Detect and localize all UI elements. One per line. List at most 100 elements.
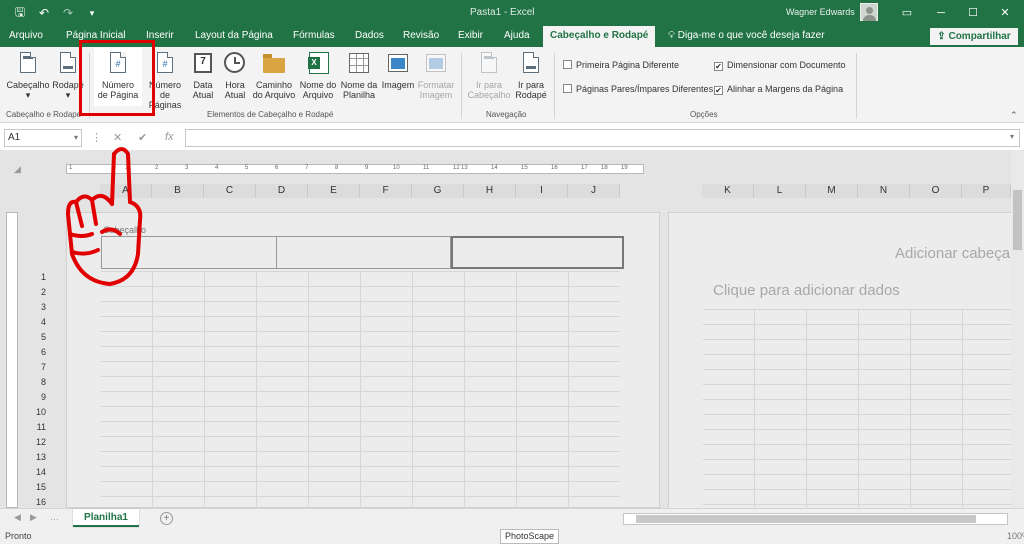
column-header-h[interactable]: H [464, 184, 516, 198]
tab-dados[interactable]: Dados [355, 30, 384, 41]
column-header-l[interactable]: L [754, 184, 806, 198]
row-header-11[interactable]: 11 [28, 420, 46, 434]
align-with-margins-checkbox[interactable]: ✔ Alinhar a Margens da Página [714, 84, 843, 95]
row-header-3[interactable]: 3 [28, 300, 46, 314]
scale-with-document-checkbox[interactable]: ✔ Dimensionar com Documento [714, 60, 846, 71]
horizontal-scrollbar[interactable] [623, 513, 1008, 525]
go-to-footer-button[interactable]: Ir para Rodapé [513, 51, 549, 100]
photoscape-label: PhotoScape [500, 529, 560, 544]
row-header-7[interactable]: 7 [28, 360, 46, 374]
row-header-4[interactable]: 4 [28, 315, 46, 329]
undo-icon[interactable]: ↶ [32, 6, 56, 20]
file-name-button[interactable]: X Nome do Arquivo [298, 51, 338, 100]
title-bar: 🖫 ↶ ↷ ▾ Pasta1 - Excel Wagner Edwards ▭ … [0, 0, 1024, 26]
row-header-2[interactable]: 2 [28, 285, 46, 299]
column-header-g[interactable]: G [412, 184, 464, 198]
customize-quick-access-icon[interactable]: ▾ [80, 8, 104, 19]
row-header-8[interactable]: 8 [28, 375, 46, 389]
row-header-13[interactable]: 13 [28, 450, 46, 464]
select-all-corner[interactable]: ◢ [14, 164, 21, 175]
calendar-icon: 7 [191, 51, 215, 77]
column-header-j[interactable]: J [568, 184, 620, 198]
current-date-button[interactable]: 7 Data Atual [188, 51, 218, 100]
add-header-placeholder[interactable]: Adicionar cabeçalho [895, 245, 1024, 262]
page-1: Cabeçalho [66, 212, 660, 508]
format-picture-button: Formatar Imagem [416, 51, 456, 100]
zoom-level[interactable]: 100% [1007, 531, 1024, 541]
minimize-button[interactable]: ─ [924, 0, 958, 26]
avatar[interactable] [860, 3, 878, 21]
tab-exibir[interactable]: Exibir [458, 30, 483, 41]
more-sheets-icon[interactable]: … [50, 512, 59, 522]
current-time-button[interactable]: Hora Atual [220, 51, 250, 100]
row-header-10[interactable]: 10 [28, 405, 46, 419]
next-sheet-icon[interactable]: ▶ [30, 512, 37, 523]
different-odd-even-checkbox[interactable]: Páginas Pares/Ímpares Diferentes [563, 84, 713, 94]
tab-arquivo[interactable]: Arquivo [9, 30, 43, 41]
cell-grid-page-2[interactable] [703, 309, 1024, 508]
close-button[interactable]: ✕ [988, 0, 1022, 26]
tell-me-search[interactable]: 💡︎ Diga-me o que você deseja fazer [668, 30, 825, 41]
user-name[interactable]: Wagner Edwards [786, 7, 855, 17]
go-to-footer-icon [519, 51, 543, 77]
add-data-placeholder[interactable]: Clique para adicionar dados [713, 282, 900, 299]
lightbulb-icon: 💡︎ [668, 30, 678, 41]
worksheet-area: ◢ 1 1 2 3 4 5 6 7 8 9 10 11 12 13 14 15 … [0, 150, 1024, 508]
column-header-f[interactable]: F [360, 184, 412, 198]
previous-sheet-icon[interactable]: ◀ [14, 512, 21, 523]
row-header-12[interactable]: 12 [28, 435, 46, 449]
tab-formulas[interactable]: Fórmulas [293, 30, 335, 41]
format-picture-icon [424, 51, 448, 77]
cell-grid[interactable] [101, 271, 620, 508]
share-button[interactable]: ⇪ Compartilhar [930, 28, 1018, 45]
column-header-i[interactable]: I [516, 184, 568, 198]
formula-input[interactable] [185, 129, 1020, 147]
column-header-c[interactable]: C [204, 184, 256, 198]
column-header-o[interactable]: O [910, 184, 962, 198]
collapse-ribbon-icon[interactable]: ⌃ [1010, 110, 1018, 121]
tab-cabecalho-rodape[interactable]: Cabeçalho e Rodapé [543, 26, 656, 47]
vertical-ruler [6, 212, 18, 508]
sheet-name-button[interactable]: Nome da Planilha [339, 51, 379, 100]
header-button[interactable]: Cabeçalho ▾ [6, 51, 50, 100]
column-header-n[interactable]: N [858, 184, 910, 198]
column-header-m[interactable]: M [806, 184, 858, 198]
header-right-section[interactable] [451, 236, 624, 269]
footer-icon [56, 51, 80, 77]
expand-formula-bar-icon[interactable]: ▾ [1010, 132, 1014, 141]
row-header-16[interactable]: 16 [28, 495, 46, 508]
file-path-button[interactable]: Caminho do Arquivo [251, 51, 297, 100]
quick-access-toolbar: 🖫 ↶ ↷ ▾ [8, 0, 104, 26]
row-header-14[interactable]: 14 [28, 465, 46, 479]
highlight-box [79, 40, 155, 116]
row-header-9[interactable]: 9 [28, 390, 46, 404]
picture-icon [386, 51, 410, 77]
column-header-e[interactable]: E [308, 184, 360, 198]
excel-workbook-icon: X [306, 51, 330, 77]
restore-button[interactable]: ☐ [956, 0, 990, 26]
column-header-b[interactable]: B [152, 184, 204, 198]
row-header-6[interactable]: 6 [28, 345, 46, 359]
tab-ajuda[interactable]: Ajuda [504, 30, 530, 41]
row-header-5[interactable]: 5 [28, 330, 46, 344]
insert-function-icon[interactable]: fx [165, 131, 174, 143]
formula-bar: A1 ▾ ⋮ ✕ ✔ fx ▾ [0, 128, 1024, 148]
picture-button[interactable]: Imagem [380, 51, 416, 90]
column-header-p[interactable]: P [962, 184, 1011, 198]
page-2: Adicionar cabeçalho Clique para adiciona… [668, 212, 1024, 508]
column-header-d[interactable]: D [256, 184, 308, 198]
tab-revisao[interactable]: Revisão [403, 30, 439, 41]
tab-layout-pagina[interactable]: Layout da Página [195, 30, 273, 41]
save-icon[interactable]: 🖫 [8, 3, 32, 24]
row-header-1[interactable]: 1 [28, 270, 46, 284]
sheet-tab-planilha1[interactable]: Planilha1 [73, 509, 139, 527]
different-first-page-checkbox[interactable]: Primeira Página Diferente [563, 60, 679, 70]
add-sheet-icon[interactable]: + [160, 512, 173, 525]
redo-icon[interactable]: ↷ [56, 6, 80, 20]
column-header-k[interactable]: K [702, 184, 754, 198]
group-label-elements: Elementos de Cabeçalho e Rodapé [207, 110, 334, 119]
ribbon-display-options-button[interactable]: ▭ [890, 0, 924, 26]
header-center-section[interactable] [276, 236, 451, 269]
vertical-scrollbar[interactable] [1011, 150, 1024, 508]
row-header-15[interactable]: 15 [28, 480, 46, 494]
